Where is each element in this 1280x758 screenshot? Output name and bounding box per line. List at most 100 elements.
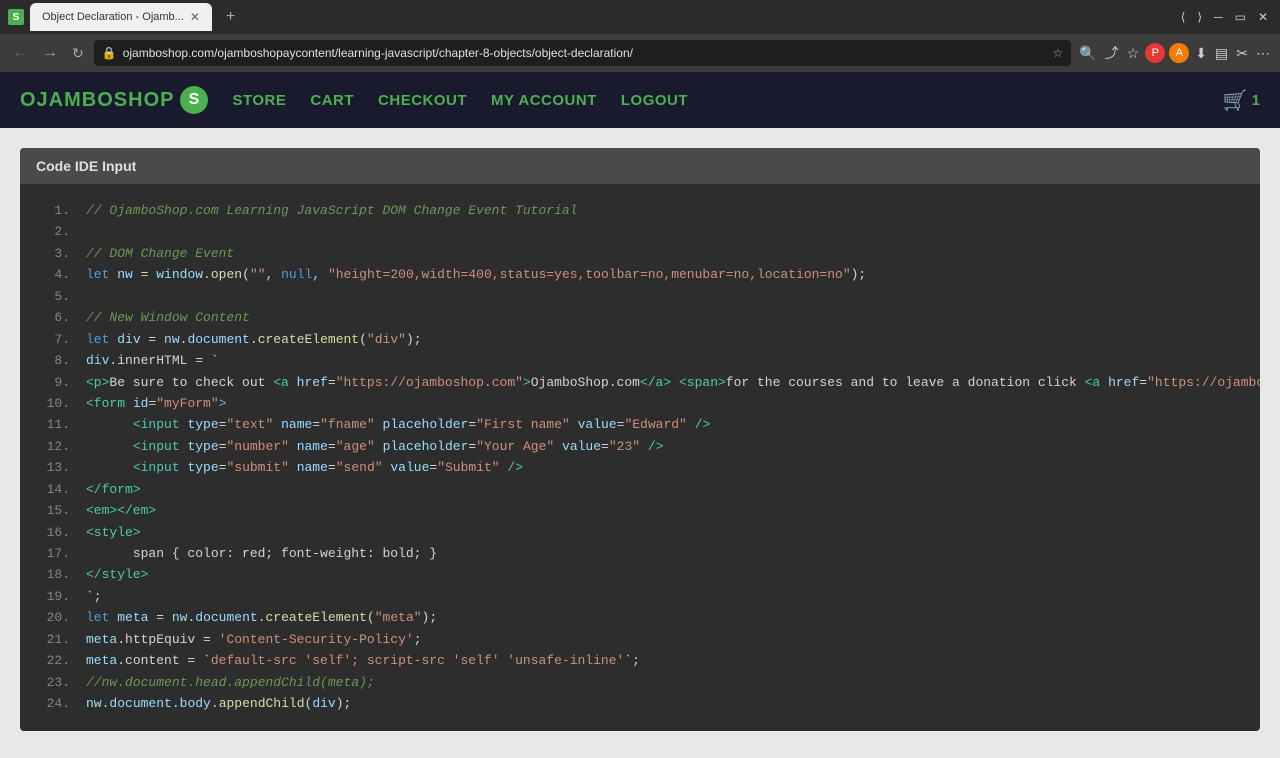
screenshot-icon[interactable]: ✂ bbox=[1234, 43, 1250, 64]
code-line-1: 1. // OjamboShop.com Learning JavaScript… bbox=[20, 200, 1260, 221]
address-bar-row: ← → ↻ 🔒 ojamboshop.com/ojamboshopayconte… bbox=[0, 34, 1280, 72]
nav-checkout[interactable]: CHECKOUT bbox=[378, 92, 467, 109]
line-num-1: 1. bbox=[40, 200, 70, 221]
line-num-2: 2. bbox=[40, 221, 70, 242]
title-bar: S Object Declaration - Ojamb... ✕ + ⟨ ⟩ … bbox=[0, 0, 1280, 34]
line-content-23: //nw.document.head.appendChild(meta); bbox=[86, 672, 1240, 693]
tab-close-button[interactable]: ✕ bbox=[190, 10, 200, 24]
line-num-23: 23. bbox=[40, 672, 70, 693]
browser-tab[interactable]: Object Declaration - Ojamb... ✕ bbox=[30, 3, 212, 31]
search-icon[interactable]: 🔍 bbox=[1077, 43, 1098, 64]
forward-button[interactable]: → bbox=[38, 42, 62, 64]
cart-count: 1 bbox=[1252, 92, 1260, 109]
code-line-17: 17. span { color: red; font-weight: bold… bbox=[20, 543, 1260, 564]
code-line-6: 6. // New Window Content bbox=[20, 307, 1260, 328]
star-icon[interactable]: ☆ bbox=[1125, 43, 1142, 64]
code-line-8: 8. div.innerHTML = ` bbox=[20, 350, 1260, 371]
share-icon[interactable]: ⤴ bbox=[1103, 41, 1121, 65]
code-line-18: 18. </style> bbox=[20, 564, 1260, 585]
line-num-17: 17. bbox=[40, 543, 70, 564]
line-num-18: 18. bbox=[40, 564, 70, 585]
line-content-6: // New Window Content bbox=[86, 307, 1240, 328]
line-content-10: <form id="myForm"> bbox=[86, 393, 1240, 414]
download-icon[interactable]: ⬇ bbox=[1193, 43, 1209, 64]
line-num-22: 22. bbox=[40, 650, 70, 671]
code-line-12: 12. <input type="number" name="age" plac… bbox=[20, 436, 1260, 457]
line-num-21: 21. bbox=[40, 629, 70, 650]
settings-icon[interactable]: ⋯ bbox=[1254, 43, 1272, 64]
line-content-22: meta.content = `default-src 'self'; scri… bbox=[86, 650, 1240, 671]
code-line-2: 2. bbox=[20, 221, 1260, 242]
code-line-15: 15. <em></em> bbox=[20, 500, 1260, 521]
secure-icon: 🔒 bbox=[102, 46, 117, 60]
line-content-4: let nw = window.open("", null, "height=2… bbox=[86, 264, 1240, 285]
line-content-24: nw.document.body.appendChild(div); bbox=[86, 693, 1240, 714]
bookmark-icon[interactable]: ☆ bbox=[1053, 46, 1064, 60]
window-controls: ⟨ ⟩ ─ ▭ ✕ bbox=[1177, 8, 1272, 26]
code-line-24: 24. nw.document.body.appendChild(div); bbox=[20, 693, 1260, 714]
code-ide-header: Code IDE Input bbox=[20, 148, 1260, 184]
window-close-btn[interactable]: ✕ bbox=[1254, 8, 1272, 26]
extension-red[interactable]: P bbox=[1145, 43, 1165, 63]
window-restore-btn[interactable]: ▭ bbox=[1231, 8, 1250, 26]
line-content-7: let div = nw.document.createElement("div… bbox=[86, 329, 1240, 350]
line-num-11: 11. bbox=[40, 414, 70, 435]
window-back-btn[interactable]: ⟨ bbox=[1177, 8, 1190, 26]
code-ide-body[interactable]: 1. // OjamboShop.com Learning JavaScript… bbox=[20, 184, 1260, 731]
logo-text: OJAMBOSHOP bbox=[20, 89, 174, 112]
page: OJAMBOSHOP S STORE CART CHECKOUT MY ACCO… bbox=[0, 72, 1280, 758]
code-line-3: 3. // DOM Change Event bbox=[20, 243, 1260, 264]
line-content-3: // DOM Change Event bbox=[86, 243, 1240, 264]
nav-logout[interactable]: LOGOUT bbox=[621, 92, 688, 109]
code-line-9: 9. <p>Be sure to check out <a href="http… bbox=[20, 372, 1260, 393]
line-content-8: div.innerHTML = ` bbox=[86, 350, 1240, 371]
line-num-4: 4. bbox=[40, 264, 70, 285]
code-line-4: 4. let nw = window.open("", null, "heigh… bbox=[20, 264, 1260, 285]
code-line-13: 13. <input type="submit" name="send" val… bbox=[20, 457, 1260, 478]
sidebar-icon[interactable]: ▤ bbox=[1213, 43, 1230, 64]
line-content-20: let meta = nw.document.createElement("me… bbox=[86, 607, 1240, 628]
nav-store[interactable]: STORE bbox=[232, 92, 286, 109]
back-button[interactable]: ← bbox=[8, 42, 32, 64]
nav-my-account[interactable]: MY ACCOUNT bbox=[491, 92, 597, 109]
line-content-1: // OjamboShop.com Learning JavaScript DO… bbox=[86, 200, 1240, 221]
logo-letter: S bbox=[189, 91, 201, 109]
line-num-20: 20. bbox=[40, 607, 70, 628]
line-num-15: 15. bbox=[40, 500, 70, 521]
address-bar[interactable]: 🔒 ojamboshop.com/ojamboshopaycontent/lea… bbox=[94, 40, 1072, 66]
line-content-16: <style> bbox=[86, 522, 1240, 543]
window-minimize-btn[interactable]: ─ bbox=[1210, 8, 1227, 26]
code-line-21: 21. meta.httpEquiv = 'Content-Security-P… bbox=[20, 629, 1260, 650]
url-text: ojamboshop.com/ojamboshopaycontent/learn… bbox=[123, 46, 1047, 60]
line-content-17: span { color: red; font-weight: bold; } bbox=[86, 543, 1240, 564]
code-line-11: 11. <input type="text" name="fname" plac… bbox=[20, 414, 1260, 435]
extension-orange[interactable]: A bbox=[1169, 43, 1189, 63]
line-num-12: 12. bbox=[40, 436, 70, 457]
code-line-20: 20. let meta = nw.document.createElement… bbox=[20, 607, 1260, 628]
nav-cart[interactable]: CART bbox=[310, 92, 354, 109]
line-content-11: <input type="text" name="fname" placehol… bbox=[86, 414, 1240, 435]
line-content-14: </form> bbox=[86, 479, 1240, 500]
line-num-5: 5. bbox=[40, 286, 70, 307]
cart-widget[interactable]: 🛒 1 bbox=[1223, 88, 1260, 113]
favicon-icon: S bbox=[8, 9, 24, 25]
line-content-19: `; bbox=[86, 586, 1240, 607]
reload-button[interactable]: ↻ bbox=[68, 43, 88, 64]
line-num-13: 13. bbox=[40, 457, 70, 478]
line-num-19: 19. bbox=[40, 586, 70, 607]
window-forward-btn[interactable]: ⟩ bbox=[1193, 8, 1206, 26]
code-line-14: 14. </form> bbox=[20, 479, 1260, 500]
code-line-7: 7. let div = nw.document.createElement("… bbox=[20, 329, 1260, 350]
line-num-9: 9. bbox=[40, 372, 70, 393]
new-tab-button[interactable]: + bbox=[218, 8, 243, 26]
code-line-22: 22. meta.content = `default-src 'self'; … bbox=[20, 650, 1260, 671]
cart-icon: 🛒 bbox=[1223, 88, 1248, 113]
site-logo[interactable]: OJAMBOSHOP S bbox=[20, 86, 208, 114]
code-line-10: 10. <form id="myForm"> bbox=[20, 393, 1260, 414]
line-content-9: <p>Be sure to check out <a href="https:/… bbox=[86, 372, 1260, 393]
code-ide: Code IDE Input 1. // OjamboShop.com Lear… bbox=[20, 148, 1260, 731]
main-content: Code IDE Input 1. // OjamboShop.com Lear… bbox=[0, 128, 1280, 758]
line-num-7: 7. bbox=[40, 329, 70, 350]
code-line-23: 23. //nw.document.head.appendChild(meta)… bbox=[20, 672, 1260, 693]
logo-s-icon: S bbox=[180, 86, 208, 114]
